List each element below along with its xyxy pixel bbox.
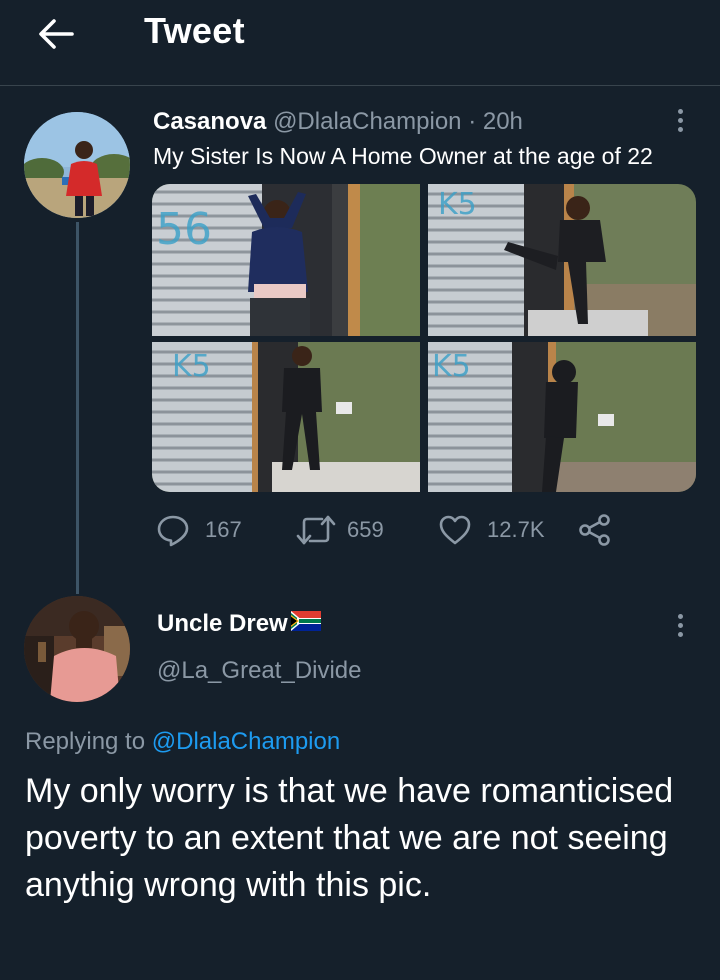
south-africa-flag-icon [290,610,321,638]
tweet-author-name[interactable]: Casanova [153,108,266,135]
more-vertical-icon-dot [677,623,683,628]
more-vertical-icon-dot [677,118,683,123]
tweet-text: My Sister Is Now A Home Owner at the age… [153,143,653,169]
back-button[interactable] [34,14,78,54]
tweet-photo-3[interactable]: K5 [152,342,420,492]
tweet-author-handle[interactable]: @DlalaChampion [273,108,461,135]
reply-count: 167 [205,517,242,542]
photo-image: K5 [428,184,696,336]
svg-text:K5: K5 [438,187,477,222]
reply-text: My only worry is that we have romanticis… [25,772,674,904]
photo-image: K5 [428,342,696,492]
reply-author-name-line: Uncle Drew [157,610,321,638]
svg-text:K5: K5 [172,349,211,384]
svg-text:K5: K5 [432,349,471,384]
like-count: 12.7K [487,517,545,542]
reply-button[interactable]: 167 [156,510,242,550]
more-vertical-icon-dot [677,632,683,637]
avatar-image [24,596,130,702]
replying-to-mention[interactable]: @DlalaChampion [152,728,340,755]
retweet-icon [296,515,336,545]
share-icon [579,514,610,546]
top-bar: Tweet [0,0,720,86]
tweet-author-line: Casanova @DlalaChampion · 20h [153,108,523,136]
more-vertical-icon [677,109,683,114]
tweet-photo-1[interactable]: 56 [152,184,420,336]
tweet-photo-4[interactable]: K5 [428,342,696,492]
tweet-time-separator: · [468,108,477,135]
speech-bubble-icon [157,515,189,547]
retweet-button[interactable]: 659 [296,510,384,550]
avatar-image [24,112,130,218]
replying-to-label: Replying to [25,728,146,755]
tweet-more-button[interactable] [672,106,688,138]
replying-to-line: Replying to @DlalaChampion [25,728,340,756]
svg-text:56: 56 [156,204,212,255]
reply-more-button[interactable] [672,611,688,643]
more-vertical-icon-dot [677,127,683,132]
tweet-author-avatar[interactable] [24,112,130,218]
reply-author-avatar[interactable] [24,596,130,702]
photo-image: K5 [152,342,420,492]
tweet-photo-grid: 56 K5 K5 K5 [152,184,696,492]
page-title: Tweet [144,10,245,51]
more-vertical-icon [677,614,683,619]
like-button[interactable]: 12.7K [438,510,545,550]
tweet-timestamp[interactable]: 20h [483,108,523,135]
heart-icon [439,515,471,545]
tweet-photo-2[interactable]: K5 [428,184,696,336]
retweet-count: 659 [347,517,384,542]
reply-author-name[interactable]: Uncle Drew [157,610,288,638]
thread-connector-line [76,222,79,594]
reply-author-handle[interactable]: @La_Great_Divide [157,657,361,685]
share-button[interactable] [578,510,612,550]
arrow-left-icon [39,19,74,49]
photo-image: 56 [152,184,420,336]
